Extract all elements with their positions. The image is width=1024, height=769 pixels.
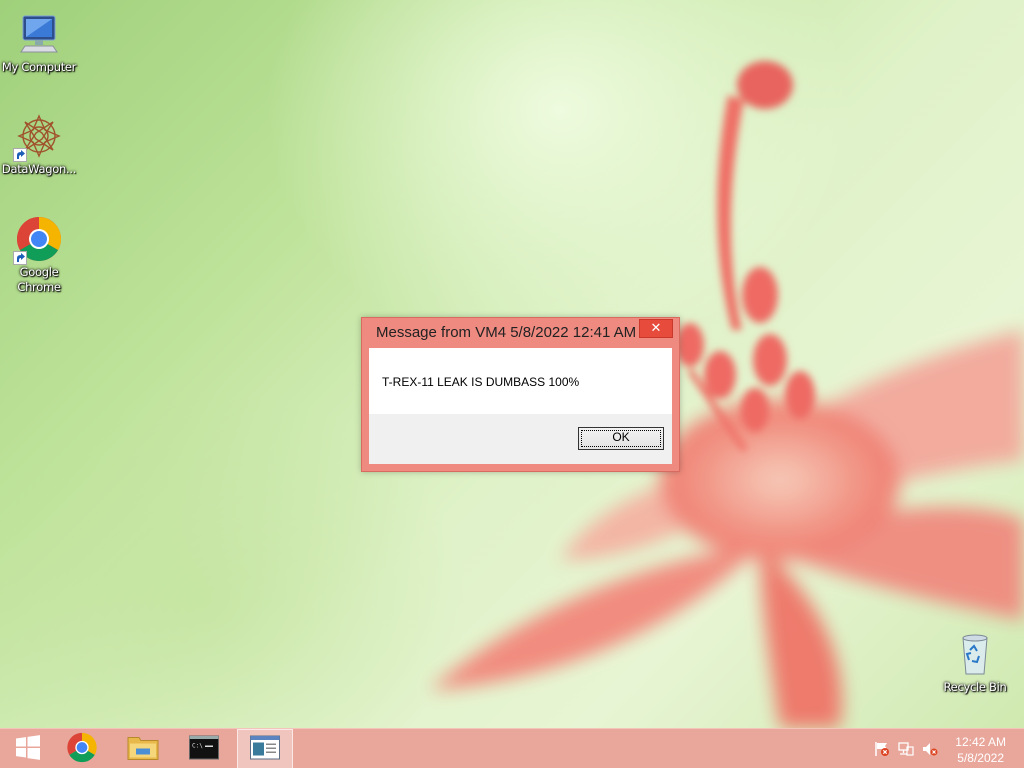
desktop-icon-label: My Computer	[1, 60, 77, 74]
taskbar-clock[interactable]: 12:42 AM 5/8/2022	[955, 734, 1006, 766]
taskbar-file-explorer-button[interactable]	[115, 729, 171, 769]
shortcut-arrow-icon	[13, 251, 27, 265]
clock-date: 5/8/2022	[957, 751, 1004, 765]
message-dialog[interactable]: Message from VM4 5/8/2022 12:41 AM ✕ T-R…	[361, 317, 680, 472]
desktop-icon-recycle-bin[interactable]: Recycle Bin	[937, 630, 1013, 695]
chrome-icon	[13, 215, 63, 265]
dialog-title: Message from VM4 5/8/2022 12:41 AM	[376, 324, 637, 341]
dialog-button-area: OK	[369, 414, 672, 464]
taskbar: C:\ 12:42 AM 5/8/2022	[0, 728, 1024, 769]
windows-start-icon	[14, 734, 42, 765]
svg-text:C:\: C:\	[192, 743, 203, 750]
recycle-bin-icon	[951, 630, 999, 678]
clock-time: 12:42 AM	[955, 735, 1006, 749]
ok-button[interactable]: OK	[578, 427, 664, 450]
taskbar-chrome-button[interactable]	[54, 729, 110, 769]
taskbar-message-window-button[interactable]	[237, 729, 293, 769]
close-button[interactable]: ✕	[639, 319, 673, 338]
taskbar-command-prompt-button[interactable]: C:\	[176, 729, 232, 769]
close-icon: ✕	[650, 321, 662, 336]
action-center-flag-icon[interactable]	[874, 741, 890, 757]
desktop-icon-label: Recycle Bin	[943, 680, 1007, 694]
desktop-icon-google-chrome[interactable]: Google Chrome	[1, 215, 77, 295]
start-button[interactable]	[0, 729, 56, 769]
file-explorer-icon	[127, 734, 159, 765]
datawagon-icon	[13, 112, 63, 162]
command-prompt-icon: C:\	[189, 735, 219, 763]
network-icon[interactable]	[898, 741, 914, 757]
volume-muted-icon[interactable]	[922, 741, 938, 757]
dialog-body: T-REX-11 LEAK IS DUMBASS 100% OK	[369, 348, 672, 464]
dialog-titlebar[interactable]: Message from VM4 5/8/2022 12:41 AM ✕	[362, 318, 679, 348]
shortcut-arrow-icon	[13, 148, 27, 162]
chrome-icon	[66, 732, 98, 767]
desktop-icon-label: Google Chrome	[17, 265, 61, 294]
message-window-icon	[250, 735, 280, 763]
dialog-message: T-REX-11 LEAK IS DUMBASS 100%	[382, 375, 580, 389]
desktop-icon-datawagon[interactable]: DataWagon...	[1, 112, 77, 177]
desktop-icon-label: DataWagon...	[1, 162, 77, 176]
computer-icon	[15, 10, 63, 58]
desktop-icon-my-computer[interactable]: My Computer	[1, 10, 77, 75]
